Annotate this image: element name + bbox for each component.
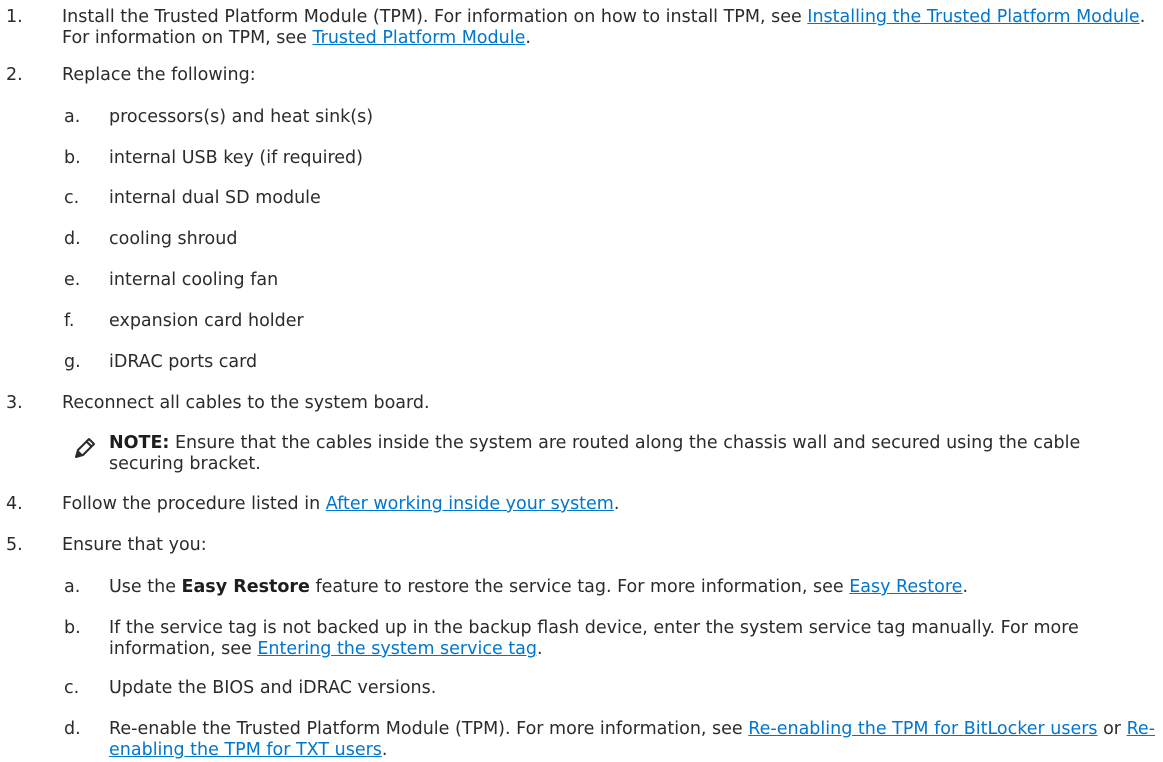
step-2g-text: iDRAC ports card bbox=[109, 352, 258, 372]
pencil-note-icon bbox=[75, 438, 95, 458]
step-1-text-a: Install the Trusted Platform Module (TPM… bbox=[62, 7, 808, 27]
step-5b-text-b: . bbox=[537, 639, 543, 659]
step-5c-text: Update the BIOS and iDRAC versions. bbox=[109, 678, 437, 698]
step-2f-letter: f. bbox=[64, 311, 75, 331]
note-block: NOTE: Ensure that the cables inside the … bbox=[109, 433, 1139, 475]
step-5d-letter: d. bbox=[64, 719, 81, 739]
step-4-text: Follow the procedure listed in After wor… bbox=[62, 494, 1157, 515]
step-5a-text-c: . bbox=[962, 577, 969, 597]
step-2d-letter: d. bbox=[64, 229, 81, 249]
step-5b-text: If the service tag is not backed up in t… bbox=[109, 618, 1161, 660]
easy-restore-bold: Easy Restore bbox=[181, 577, 310, 597]
step-5a-text-a: Use the bbox=[109, 577, 182, 597]
step-1-number: 1. bbox=[6, 7, 23, 27]
step-2-text: Replace the following: bbox=[62, 65, 256, 85]
procedure-document: 1. Install the Trusted Platform Module (… bbox=[0, 0, 1163, 762]
step-1-text-c: . bbox=[525, 28, 531, 48]
reenable-tpm-bitlocker-link[interactable]: Re-enabling the TPM for BitLocker users bbox=[748, 719, 1097, 739]
entering-service-tag-link[interactable]: Entering the system service tag bbox=[257, 639, 537, 659]
step-5a-text-b: feature to restore the service tag. For … bbox=[309, 577, 850, 597]
step-5b-letter: b. bbox=[64, 618, 81, 638]
step-5a-text: Use the Easy Restore feature to restore … bbox=[109, 577, 1161, 598]
step-5b-text-a: If the service tag is not backed up in t… bbox=[109, 618, 1079, 659]
step-2a-text: processors(s) and heat sink(s) bbox=[109, 107, 374, 127]
easy-restore-link[interactable]: Easy Restore bbox=[849, 577, 962, 597]
step-2b-text: internal USB key (if required) bbox=[109, 148, 363, 168]
step-2d-text: cooling shroud bbox=[109, 229, 238, 249]
trusted-platform-module-link[interactable]: Trusted Platform Module bbox=[313, 28, 526, 48]
step-5-text: Ensure that you: bbox=[62, 535, 207, 555]
installing-tpm-link[interactable]: Installing the Trusted Platform Module bbox=[807, 7, 1139, 27]
note-text: Ensure that the cables inside the system… bbox=[109, 433, 1081, 474]
step-3-text: Reconnect all cables to the system board… bbox=[62, 393, 430, 413]
step-2c-letter: c. bbox=[64, 188, 80, 208]
step-5a-letter: a. bbox=[64, 577, 81, 597]
step-2a-letter: a. bbox=[64, 107, 81, 127]
after-working-inside-link[interactable]: After working inside your system bbox=[326, 494, 614, 514]
step-1-text: Install the Trusted Platform Module (TPM… bbox=[62, 7, 1157, 49]
step-4-number: 4. bbox=[6, 494, 23, 514]
step-5d-text-a: Re-enable the Trusted Platform Module (T… bbox=[109, 719, 749, 739]
step-5d-text-b: or bbox=[1097, 719, 1127, 739]
step-2c-text: internal dual SD module bbox=[109, 188, 321, 208]
step-5c-letter: c. bbox=[64, 678, 80, 698]
step-2e-letter: e. bbox=[64, 270, 81, 290]
step-5-number: 5. bbox=[6, 535, 23, 555]
step-4-text-a: Follow the procedure listed in bbox=[62, 494, 326, 514]
step-2b-letter: b. bbox=[64, 148, 81, 168]
step-3-number: 3. bbox=[6, 393, 23, 413]
step-5d-text: Re-enable the Trusted Platform Module (T… bbox=[109, 719, 1161, 761]
step-2g-letter: g. bbox=[64, 352, 81, 372]
step-5d-text-c: . bbox=[381, 740, 388, 760]
step-4-text-b: . bbox=[613, 494, 620, 514]
step-2f-text: expansion card holder bbox=[109, 311, 304, 331]
step-2-number: 2. bbox=[6, 65, 23, 85]
note-label: NOTE: bbox=[109, 433, 170, 453]
step-2e-text: internal cooling fan bbox=[109, 270, 279, 290]
